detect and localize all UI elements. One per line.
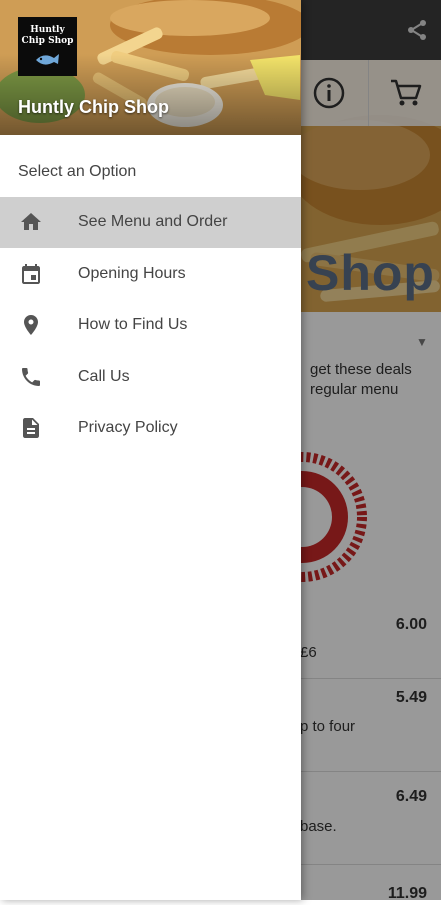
fish-icon [36, 54, 59, 65]
drawer-item-see-menu[interactable]: See Menu and Order [0, 197, 301, 248]
navigation-drawer: Huntly Chip Shop Huntly Chip Shop Select… [0, 0, 301, 900]
drawer-header: Huntly Chip Shop Huntly Chip Shop [0, 0, 301, 135]
drawer-item-opening-hours[interactable]: Opening Hours [0, 249, 301, 300]
drawer-item-call-us[interactable]: Call Us [0, 352, 301, 403]
drawer-item-label: See Menu and Order [78, 213, 228, 230]
location-pin-icon [24, 315, 38, 335]
drawer-item-label: How to Find Us [78, 316, 188, 333]
phone-icon [22, 368, 40, 386]
drawer-item-label: Call Us [78, 368, 130, 385]
shop-logo: Huntly Chip Shop [18, 17, 77, 76]
drawer-item-find-us[interactable]: How to Find Us [0, 300, 301, 351]
calendar-icon [22, 264, 40, 284]
home-icon [21, 213, 41, 230]
logo-text-line-2: Chip Shop [21, 36, 74, 46]
document-icon [23, 418, 39, 438]
drawer-item-privacy-policy[interactable]: Privacy Policy [0, 403, 301, 454]
shop-name: Huntly Chip Shop [18, 97, 169, 117]
logo-text-line-1: Huntly [30, 25, 65, 35]
drawer-item-label: Privacy Policy [78, 419, 178, 436]
drawer-item-label: Opening Hours [78, 265, 186, 282]
select-option-label: Select an Option [18, 163, 137, 180]
